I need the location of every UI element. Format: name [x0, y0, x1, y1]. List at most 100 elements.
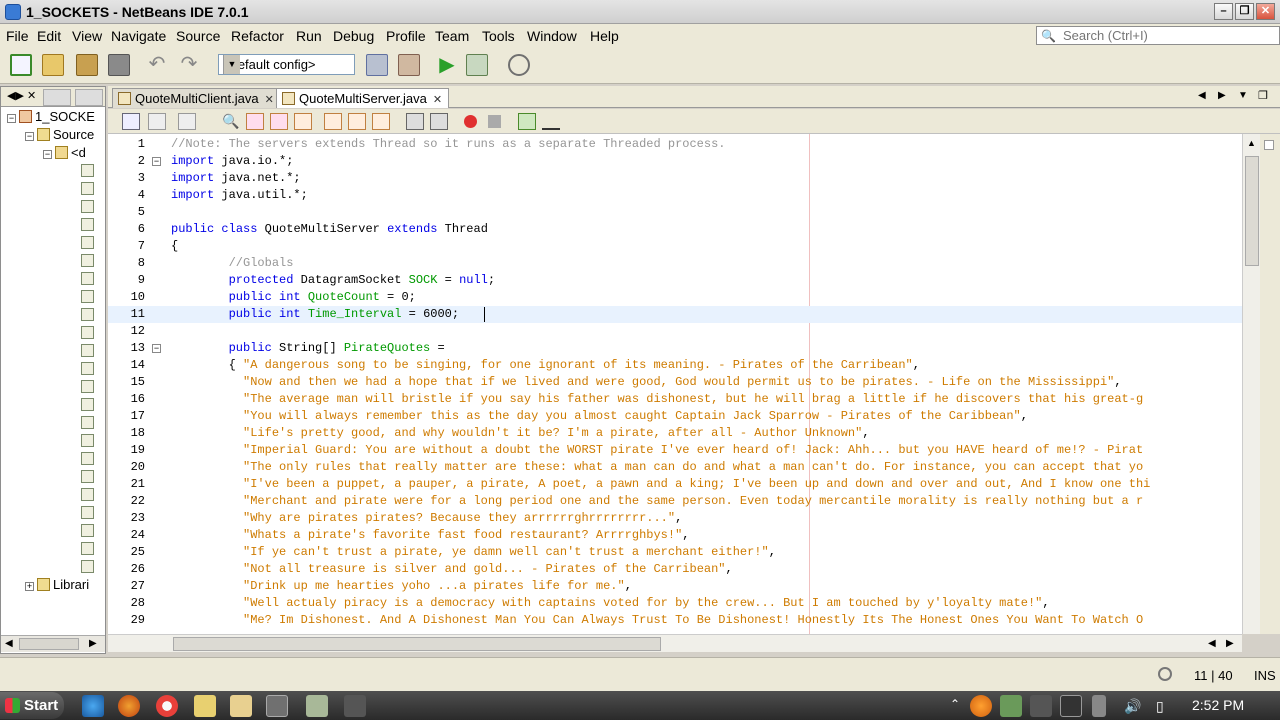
menu-run[interactable]: Run — [296, 28, 322, 44]
scroll-thumb[interactable] — [173, 637, 661, 651]
code-line[interactable]: 29 "Me? Im Dishonest. And A Dishonest Ma… — [108, 612, 1242, 629]
forward-icon[interactable] — [178, 113, 196, 130]
code-line[interactable]: 10 public int QuoteCount = 0; — [108, 289, 1242, 306]
panel-tab[interactable] — [43, 89, 71, 106]
undo-icon[interactable]: ↶ — [146, 54, 168, 76]
code-text[interactable]: //Globals — [171, 255, 294, 272]
code-line[interactable]: 12 — [108, 323, 1242, 340]
toggle-bookmark-icon[interactable] — [372, 113, 390, 130]
tree-source-packages[interactable]: − Source — [25, 127, 94, 144]
build-icon[interactable] — [366, 54, 388, 76]
java-file-icon[interactable] — [81, 488, 94, 501]
code-line[interactable]: 2 import java.io.*; — [108, 153, 1242, 170]
code-line[interactable]: 23 "Why are pirates pirates? Because the… — [108, 510, 1242, 527]
collapse-icon[interactable]: − — [7, 114, 16, 123]
java-file-icon[interactable] — [81, 362, 94, 375]
folder-icon[interactable] — [230, 695, 252, 717]
notification-icon[interactable] — [1158, 667, 1172, 681]
menu-view[interactable]: View — [72, 28, 102, 44]
code-text[interactable]: "The average man will bristle if you say… — [171, 391, 1143, 408]
code-line[interactable]: 18 "Life's pretty good, and why wouldn't… — [108, 425, 1242, 442]
app-icon[interactable] — [306, 695, 328, 717]
tree-default-package[interactable]: − <d — [43, 145, 86, 162]
java-file-icon[interactable] — [81, 506, 94, 519]
menu-tools[interactable]: Tools — [482, 28, 515, 44]
code-line[interactable]: 1 //Note: The servers extends Thread so i… — [108, 136, 1242, 153]
maximize-button[interactable]: ❐ — [1235, 3, 1254, 20]
code-line[interactable]: 24 "Whats a pirate's favorite fast food … — [108, 527, 1242, 544]
code-text[interactable]: import java.util.*; — [171, 187, 308, 204]
code-text[interactable]: "Whats a pirate's favorite fast food res… — [171, 527, 689, 544]
fold-collapse-icon[interactable]: − — [152, 157, 161, 166]
firefox-icon[interactable] — [118, 695, 140, 717]
new-project-icon[interactable] — [42, 54, 64, 76]
java-file-icon[interactable] — [81, 344, 94, 357]
maximize-editor-icon[interactable]: ❐ — [1258, 89, 1268, 102]
java-file-icon[interactable] — [81, 308, 94, 321]
config-select[interactable]: <default config> ▼ — [218, 54, 355, 75]
scroll-up-icon[interactable]: ▲ — [1247, 138, 1256, 148]
stop-macro-icon[interactable] — [488, 115, 501, 128]
code-line[interactable]: 8 //Globals — [108, 255, 1242, 272]
open-project-icon[interactable] — [76, 54, 98, 76]
editor-vertical-scrollbar[interactable]: ▲ — [1242, 134, 1260, 634]
code-text[interactable]: public int QuoteCount = 0; — [171, 289, 416, 306]
code-line[interactable]: 5 — [108, 204, 1242, 221]
netbeans-taskbar-icon[interactable] — [266, 695, 288, 717]
expand-icon[interactable]: + — [25, 582, 34, 591]
code-editor[interactable]: 1 //Note: The servers extends Thread so i… — [108, 134, 1242, 634]
java-file-icon[interactable] — [81, 218, 94, 231]
battery-icon[interactable] — [1092, 695, 1106, 717]
code-text[interactable]: { "A dangerous song to be singing, for o… — [171, 357, 920, 374]
java-file-icon[interactable] — [81, 380, 94, 393]
shift-right-icon[interactable] — [430, 113, 448, 130]
code-text[interactable]: "Not all treasure is silver and gold... … — [171, 561, 733, 578]
close-button[interactable]: ✕ — [1256, 3, 1275, 20]
tab-quote-multi-client[interactable]: QuoteMultiClient.java ✕ — [112, 88, 281, 108]
tray-app-icon[interactable] — [1030, 695, 1052, 717]
java-file-icon[interactable] — [81, 542, 94, 555]
show-hidden-icons[interactable]: ⌃ — [950, 697, 960, 711]
code-line[interactable]: 17 "You will always remember this as the… — [108, 408, 1242, 425]
tree-project-root[interactable]: − 1_SOCKE — [7, 109, 95, 126]
collapse-icon[interactable]: − — [25, 132, 34, 141]
menu-debug[interactable]: Debug — [333, 28, 374, 44]
java-file-icon[interactable] — [81, 272, 94, 285]
code-text[interactable]: "Drink up me hearties yoho ...a pirates … — [171, 578, 632, 595]
scroll-right-icon[interactable]: ▶ — [89, 638, 97, 649]
code-text[interactable]: "Why are pirates pirates? Because they a… — [171, 510, 682, 527]
scroll-left-icon[interactable]: ◀ — [1208, 638, 1216, 649]
close-tab-icon[interactable]: ✕ — [265, 94, 274, 106]
code-line[interactable]: 7{ — [108, 238, 1242, 255]
java-file-icon[interactable] — [81, 200, 94, 213]
panel-close-icon[interactable]: ✕ — [27, 89, 36, 102]
code-text[interactable]: public String[] PirateQuotes = — [171, 340, 445, 357]
code-line[interactable]: 15 "Now and then we had a hope that if w… — [108, 374, 1242, 391]
code-line[interactable]: 16 "The average man will bristle if you … — [108, 391, 1242, 408]
java-file-icon[interactable] — [81, 236, 94, 249]
editor-horizontal-scrollbar[interactable]: ◀ ▶ — [108, 634, 1242, 652]
menu-window[interactable]: Window — [527, 28, 577, 44]
find-previous-icon[interactable] — [246, 113, 264, 130]
java-file-icon[interactable] — [81, 398, 94, 411]
comment-icon[interactable] — [518, 113, 536, 130]
menu-source[interactable]: Source — [176, 28, 220, 44]
redo-icon[interactable]: ↷ — [178, 54, 200, 76]
tab-list-icon[interactable]: ▼ — [1238, 90, 1248, 101]
find-next-icon[interactable] — [270, 113, 288, 130]
code-text[interactable]: import java.io.*; — [171, 153, 293, 170]
panel-tab[interactable] — [75, 89, 103, 106]
menu-team[interactable]: Team — [435, 28, 469, 44]
code-line[interactable]: 13 public String[] PirateQuotes = — [108, 340, 1242, 357]
menu-edit[interactable]: Edit — [37, 28, 61, 44]
java-file-icon[interactable] — [81, 182, 94, 195]
internet-explorer-icon[interactable] — [82, 695, 104, 717]
minimize-button[interactable]: – — [1214, 3, 1233, 20]
network-icon[interactable]: ▯ — [1156, 695, 1178, 717]
history-icon[interactable] — [122, 113, 140, 130]
scroll-thumb[interactable] — [1245, 156, 1259, 266]
java-file-icon[interactable] — [81, 290, 94, 303]
code-text[interactable]: "I've been a puppet, a pauper, a pirate,… — [171, 476, 1150, 493]
code-text[interactable]: "The only rules that really matter are t… — [171, 459, 1143, 476]
debug-icon[interactable] — [466, 54, 488, 76]
